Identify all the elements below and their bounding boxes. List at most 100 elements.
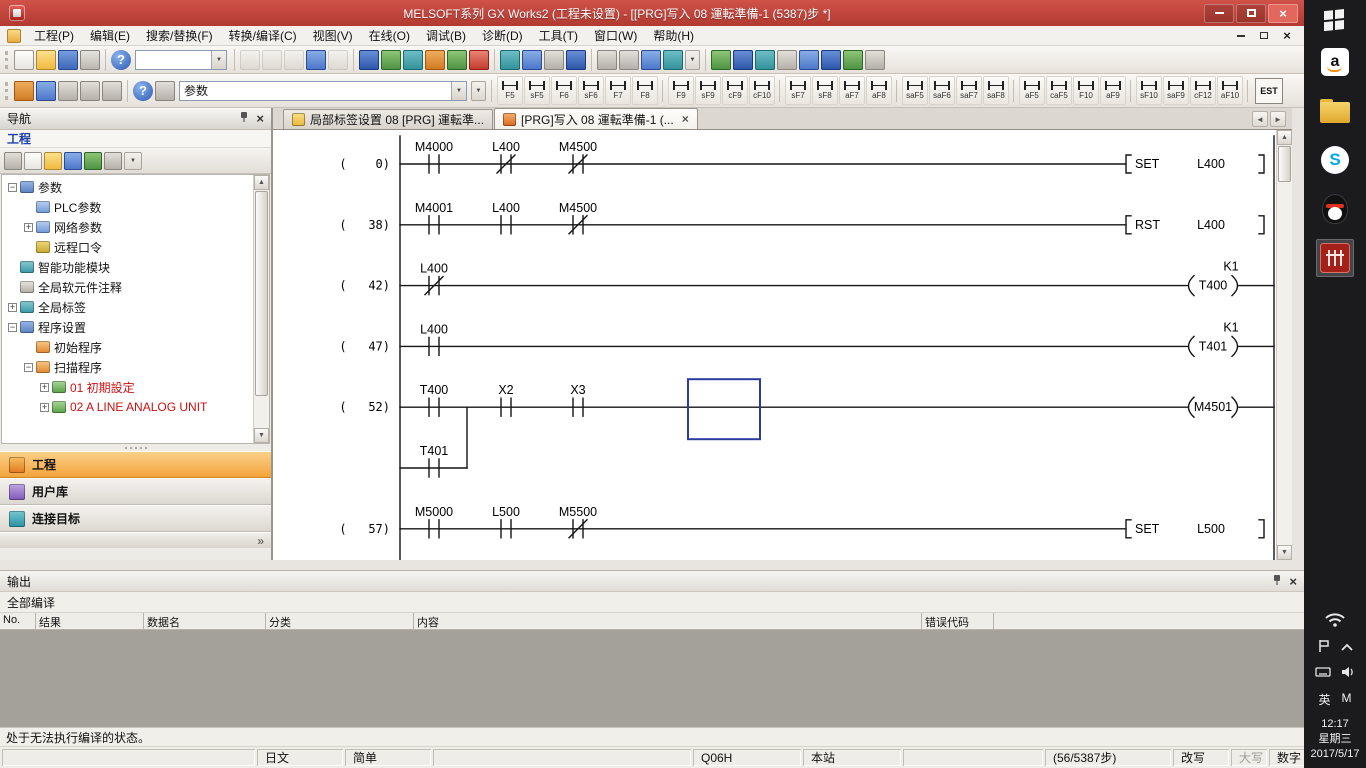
titlebar[interactable]: MELSOFT系列 GX Works2 (工程未设置) - [[PRG]写入 0… bbox=[0, 0, 1304, 26]
pin-icon[interactable] bbox=[1272, 574, 1282, 589]
ladder-symbol-button-cF10[interactable]: cF10 bbox=[749, 76, 775, 105]
tree-expander-icon[interactable]: + bbox=[8, 303, 17, 312]
mdi-close-button[interactable]: × bbox=[1277, 28, 1297, 43]
refresh-view-icon[interactable] bbox=[84, 152, 102, 170]
ladder-symbol-button-saF8[interactable]: saF8 bbox=[983, 76, 1009, 105]
undo-icon[interactable] bbox=[306, 50, 326, 70]
scroll-down-icon[interactable]: ▼ bbox=[254, 428, 269, 443]
ladder-symbol-button-sF10[interactable]: sF10 bbox=[1136, 76, 1162, 105]
close-panel-icon[interactable]: × bbox=[1289, 575, 1297, 588]
tree-item[interactable]: +网络参数 bbox=[2, 217, 252, 237]
tree-item[interactable]: 初始程序 bbox=[2, 337, 252, 357]
rebuild-all-icon[interactable] bbox=[821, 50, 841, 70]
ladder-editor-canvas[interactable]: ( 0)M4000L400M4500SETL400( 38)M4001L400M… bbox=[273, 130, 1292, 560]
minimize-button[interactable] bbox=[1204, 4, 1234, 23]
ladder-symbol-button-F10[interactable]: F10 bbox=[1073, 76, 1099, 105]
connection-destination-button[interactable]: 连接目标 bbox=[0, 505, 271, 532]
tree-expander-icon[interactable]: + bbox=[40, 403, 49, 412]
tree-expander-icon[interactable]: + bbox=[40, 383, 49, 392]
online-program-change-icon[interactable] bbox=[843, 50, 863, 70]
print-icon[interactable] bbox=[80, 50, 100, 70]
sort-icon[interactable] bbox=[64, 152, 82, 170]
tree-expander-icon[interactable]: − bbox=[8, 183, 17, 192]
tree-expander-icon[interactable]: − bbox=[8, 323, 17, 332]
ladder-symbol-button-aF8[interactable]: aF8 bbox=[866, 76, 892, 105]
ladder-symbol-button-saF5[interactable]: saF5 bbox=[902, 76, 928, 105]
navigator-overflow-button[interactable]: » bbox=[0, 532, 271, 548]
ladder-symbol-button-saF6[interactable]: saF6 bbox=[929, 76, 955, 105]
pin-icon[interactable] bbox=[239, 111, 249, 126]
close-button[interactable]: × bbox=[1268, 4, 1298, 23]
ladder-symbol-button-F9[interactable]: F9 bbox=[668, 76, 694, 105]
splitter-grip[interactable] bbox=[0, 444, 271, 451]
project-review-icon[interactable] bbox=[104, 152, 122, 170]
cut-icon[interactable] bbox=[240, 50, 260, 70]
menu-item-7[interactable]: 诊断(D) bbox=[474, 26, 531, 46]
read-from-plc-icon[interactable] bbox=[381, 50, 401, 70]
ladder-symbol-button-sF5[interactable]: sF5 bbox=[524, 76, 550, 105]
program-check-icon[interactable] bbox=[777, 50, 797, 70]
stop-monitor-icon[interactable] bbox=[469, 50, 489, 70]
ladder-symbol-button-cF12[interactable]: cF12 bbox=[1190, 76, 1216, 105]
start-monitor-icon[interactable] bbox=[447, 50, 467, 70]
scroll-thumb[interactable] bbox=[1278, 146, 1291, 182]
all-folders-icon[interactable] bbox=[44, 152, 62, 170]
show-hidden-icons-chevron[interactable] bbox=[1340, 641, 1354, 655]
tab-close-icon[interactable]: × bbox=[682, 113, 689, 125]
tree-item[interactable]: 全局软元件注释 bbox=[2, 277, 252, 297]
menu-item-5[interactable]: 在线(O) bbox=[361, 26, 418, 46]
close-panel-icon[interactable]: × bbox=[256, 112, 264, 125]
taskbar-amazon-icon[interactable]: a bbox=[1316, 43, 1354, 81]
project-data-list-icon[interactable] bbox=[14, 81, 34, 101]
transfer-setup-icon[interactable] bbox=[865, 50, 885, 70]
taskbar-explorer-icon[interactable] bbox=[1316, 92, 1354, 130]
toolbar-grip[interactable] bbox=[5, 51, 8, 69]
simple-display-icon[interactable] bbox=[4, 152, 22, 170]
scroll-up-icon[interactable]: ▲ bbox=[254, 175, 269, 190]
speaker-icon[interactable] bbox=[1340, 665, 1355, 682]
ladder-symbol-button-aF7[interactable]: aF7 bbox=[839, 76, 865, 105]
output-column-3[interactable]: 分类 bbox=[266, 613, 414, 630]
write-to-plc-icon[interactable] bbox=[359, 50, 379, 70]
tree-item[interactable]: −参数 bbox=[2, 177, 252, 197]
help-icon[interactable] bbox=[111, 50, 131, 70]
output-column-2[interactable]: 数据名 bbox=[144, 613, 266, 630]
menu-item-3[interactable]: 转换/编译(C) bbox=[221, 26, 305, 46]
ladder-symbol-button-aF5[interactable]: aF5 bbox=[1019, 76, 1045, 105]
est-button[interactable]: EST bbox=[1255, 78, 1283, 104]
taskbar-gx-works2-icon[interactable] bbox=[1316, 239, 1354, 277]
save-project-icon[interactable] bbox=[58, 50, 78, 70]
menu-item-10[interactable]: 帮助(H) bbox=[645, 26, 702, 46]
tree-scrollbar[interactable]: ▲ ▼ bbox=[253, 175, 269, 443]
ladder-symbol-button-F5[interactable]: F5 bbox=[497, 76, 523, 105]
tree-expander-icon[interactable]: − bbox=[24, 363, 33, 372]
device-batch-monitor-icon[interactable] bbox=[500, 50, 520, 70]
ladder-symbol-button-F7[interactable]: F7 bbox=[605, 76, 631, 105]
find-device-icon[interactable] bbox=[155, 81, 175, 101]
ime-indicator[interactable]: M bbox=[1342, 691, 1352, 708]
menu-item-6[interactable]: 调试(B) bbox=[418, 26, 474, 46]
output-column-4[interactable]: 内容 bbox=[414, 613, 922, 630]
tab-local-label-setting[interactable]: 局部标签设置 08 [PRG] 運転準... bbox=[283, 109, 493, 129]
action-center-flag-icon[interactable] bbox=[1317, 639, 1331, 656]
remote-operation-icon[interactable] bbox=[425, 50, 445, 70]
tab-scroll-right-button[interactable]: ► bbox=[1270, 111, 1286, 127]
mdi-minimize-button[interactable] bbox=[1231, 28, 1251, 43]
ladder-symbol-button-sF7[interactable]: sF7 bbox=[785, 76, 811, 105]
display-setting-icon[interactable] bbox=[102, 81, 122, 101]
copy-icon[interactable] bbox=[262, 50, 282, 70]
language-indicator[interactable]: 英 bbox=[1318, 691, 1330, 708]
output-table-body[interactable] bbox=[0, 630, 1304, 727]
tree-item[interactable]: 远程口令 bbox=[2, 237, 252, 257]
user-library-button[interactable]: 用户库 bbox=[0, 478, 271, 505]
new-data-icon[interactable] bbox=[24, 152, 42, 170]
menu-item-8[interactable]: 工具(T) bbox=[531, 26, 586, 46]
tree-expander-icon[interactable]: + bbox=[24, 223, 33, 232]
editor-vertical-scrollbar[interactable]: ▲ ▼ bbox=[1276, 130, 1292, 560]
taskbar-skype-icon[interactable]: S bbox=[1316, 141, 1354, 179]
ladder-symbol-button-saF7[interactable]: saF7 bbox=[956, 76, 982, 105]
scroll-thumb[interactable] bbox=[255, 191, 268, 396]
paste-icon[interactable] bbox=[284, 50, 304, 70]
tree-item[interactable]: +02 A LINE ANALOG UNIT bbox=[2, 397, 252, 417]
tree-item[interactable]: PLC参数 bbox=[2, 197, 252, 217]
